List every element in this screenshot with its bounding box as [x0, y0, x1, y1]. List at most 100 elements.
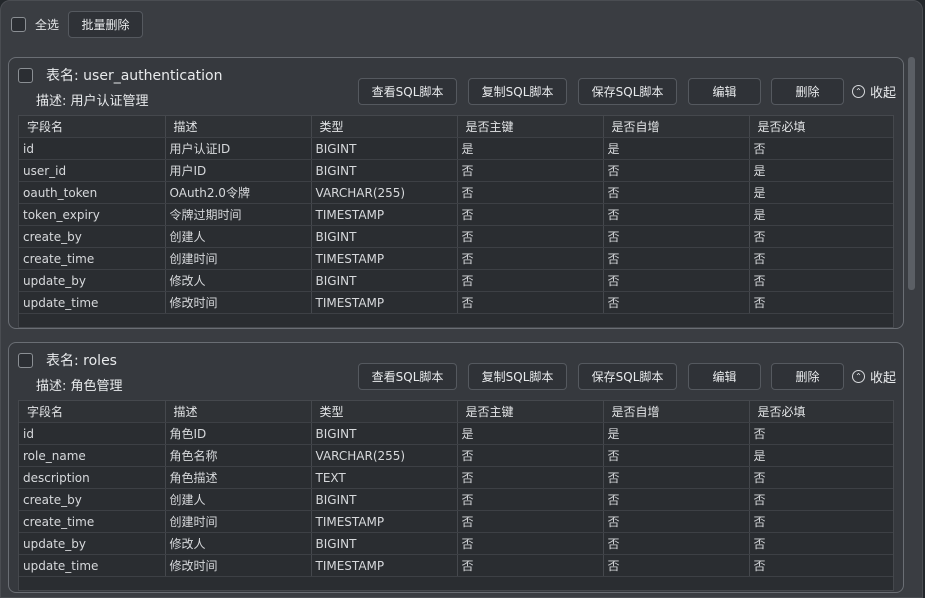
cell[interactable]: BIGINT [311, 422, 458, 445]
cell[interactable]: 否 [749, 247, 893, 270]
save-sql-button[interactable]: 保存SQL脚本 [578, 78, 677, 105]
cell[interactable]: VARCHAR(255) [311, 181, 458, 204]
cell[interactable]: 否 [457, 225, 604, 248]
cell[interactable]: 创建时间 [165, 247, 312, 270]
cell[interactable]: 否 [749, 269, 893, 292]
cell[interactable]: 创建人 [165, 225, 312, 248]
cell[interactable]: user_id [19, 159, 166, 182]
select-all-label[interactable]: 全选 [35, 16, 59, 33]
cell[interactable]: 是 [603, 422, 750, 445]
table-row[interactable]: id 角色ID BIGINT 是是否 [19, 422, 893, 445]
cell[interactable]: update_time [19, 554, 166, 577]
cell[interactable]: 是 [457, 137, 604, 160]
cell[interactable]: 否 [603, 269, 750, 292]
column-header-required[interactable]: 是否必填 [749, 401, 893, 423]
cell[interactable]: TIMESTAMP [311, 291, 458, 314]
cell[interactable]: id [19, 422, 166, 445]
table-row[interactable]: create_time 创建时间 TIMESTAMP 否否否 [19, 247, 893, 270]
cell[interactable]: BIGINT [311, 137, 458, 160]
cell[interactable]: 角色描述 [165, 466, 312, 489]
copy-sql-button[interactable]: 复制SQL脚本 [468, 363, 567, 390]
column-header-description[interactable]: 描述 [165, 116, 312, 138]
cell[interactable]: create_by [19, 488, 166, 511]
copy-sql-button[interactable]: 复制SQL脚本 [468, 78, 567, 105]
column-header-primary-key[interactable]: 是否主键 [457, 401, 604, 423]
cell[interactable]: 否 [749, 291, 893, 314]
cell[interactable]: 否 [603, 444, 750, 467]
cell[interactable]: 否 [749, 137, 893, 160]
cell[interactable]: 否 [749, 554, 893, 577]
cell[interactable]: 是 [749, 203, 893, 226]
cell[interactable]: 用户认证ID [165, 137, 312, 160]
edit-button[interactable]: 编辑 [688, 363, 761, 390]
table-row[interactable]: update_by 修改人 BIGINT 否否否 [19, 532, 893, 555]
cell[interactable]: 否 [603, 291, 750, 314]
vertical-scrollbar[interactable] [907, 57, 916, 597]
cell[interactable]: 否 [603, 203, 750, 226]
column-header-field[interactable]: 字段名 [19, 401, 166, 423]
cell[interactable]: BIGINT [311, 488, 458, 511]
cell[interactable]: 否 [457, 444, 604, 467]
cell[interactable]: TIMESTAMP [311, 510, 458, 533]
table-row[interactable]: oauth_token OAuth2.0令牌 VARCHAR(255) 否否是 [19, 181, 893, 204]
cell[interactable]: 否 [457, 291, 604, 314]
cell[interactable]: 修改时间 [165, 554, 312, 577]
collapse-toggle[interactable]: ⌃ 收起 [852, 367, 896, 386]
view-sql-button[interactable]: 查看SQL脚本 [358, 78, 457, 105]
edit-button[interactable]: 编辑 [688, 78, 761, 105]
cell[interactable]: 角色ID [165, 422, 312, 445]
column-header-type[interactable]: 类型 [311, 401, 458, 423]
select-all-checkbox[interactable] [11, 17, 26, 32]
cell[interactable]: 否 [603, 510, 750, 533]
cell[interactable]: 是 [749, 181, 893, 204]
cell[interactable]: 是 [749, 159, 893, 182]
cell[interactable]: update_time [19, 291, 166, 314]
table-row[interactable]: description 角色描述 TEXT 否否否 [19, 466, 893, 489]
cell[interactable]: 否 [749, 488, 893, 511]
cell[interactable]: 否 [457, 247, 604, 270]
cell[interactable]: BIGINT [311, 225, 458, 248]
cell[interactable]: 否 [457, 532, 604, 555]
cell[interactable]: BIGINT [311, 159, 458, 182]
cell[interactable]: 否 [603, 225, 750, 248]
column-header-required[interactable]: 是否必填 [749, 116, 893, 138]
cell[interactable]: 否 [603, 181, 750, 204]
cell[interactable]: TIMESTAMP [311, 247, 458, 270]
column-header-field[interactable]: 字段名 [19, 116, 166, 138]
delete-button[interactable]: 删除 [771, 363, 844, 390]
table-row[interactable]: user_id 用户ID BIGINT 否否是 [19, 159, 893, 182]
cell[interactable]: 否 [457, 510, 604, 533]
collapse-toggle[interactable]: ⌃ 收起 [852, 82, 896, 101]
column-header-auto-increment[interactable]: 是否自增 [603, 401, 750, 423]
delete-button[interactable]: 删除 [771, 78, 844, 105]
cell[interactable]: 否 [457, 269, 604, 292]
table-row[interactable]: update_by 修改人 BIGINT 否否否 [19, 269, 893, 292]
cell[interactable]: 用户ID [165, 159, 312, 182]
cell[interactable]: OAuth2.0令牌 [165, 181, 312, 204]
table-select-checkbox[interactable] [18, 68, 33, 83]
table-row[interactable]: create_by 创建人 BIGINT 否否否 [19, 225, 893, 248]
cell[interactable]: 否 [603, 466, 750, 489]
cell[interactable]: TIMESTAMP [311, 554, 458, 577]
cell[interactable]: VARCHAR(255) [311, 444, 458, 467]
table-row[interactable]: update_time 修改时间 TIMESTAMP 否否否 [19, 291, 893, 314]
cell[interactable]: TIMESTAMP [311, 203, 458, 226]
cell[interactable]: 否 [749, 466, 893, 489]
cell[interactable]: 否 [457, 488, 604, 511]
cell[interactable]: 修改人 [165, 532, 312, 555]
table-row[interactable]: update_time 修改时间 TIMESTAMP 否否否 [19, 554, 893, 577]
cell[interactable]: 否 [749, 510, 893, 533]
cell[interactable]: 否 [457, 181, 604, 204]
cell[interactable]: 否 [603, 532, 750, 555]
cell[interactable]: 创建时间 [165, 510, 312, 533]
column-header-description[interactable]: 描述 [165, 401, 312, 423]
column-header-auto-increment[interactable]: 是否自增 [603, 116, 750, 138]
cell[interactable]: update_by [19, 269, 166, 292]
cell[interactable]: token_expiry [19, 203, 166, 226]
cell[interactable]: 否 [603, 488, 750, 511]
cell[interactable]: TEXT [311, 466, 458, 489]
cell[interactable]: 创建人 [165, 488, 312, 511]
save-sql-button[interactable]: 保存SQL脚本 [578, 363, 677, 390]
cell[interactable]: 否 [603, 247, 750, 270]
scrollbar-thumb[interactable] [908, 57, 915, 290]
